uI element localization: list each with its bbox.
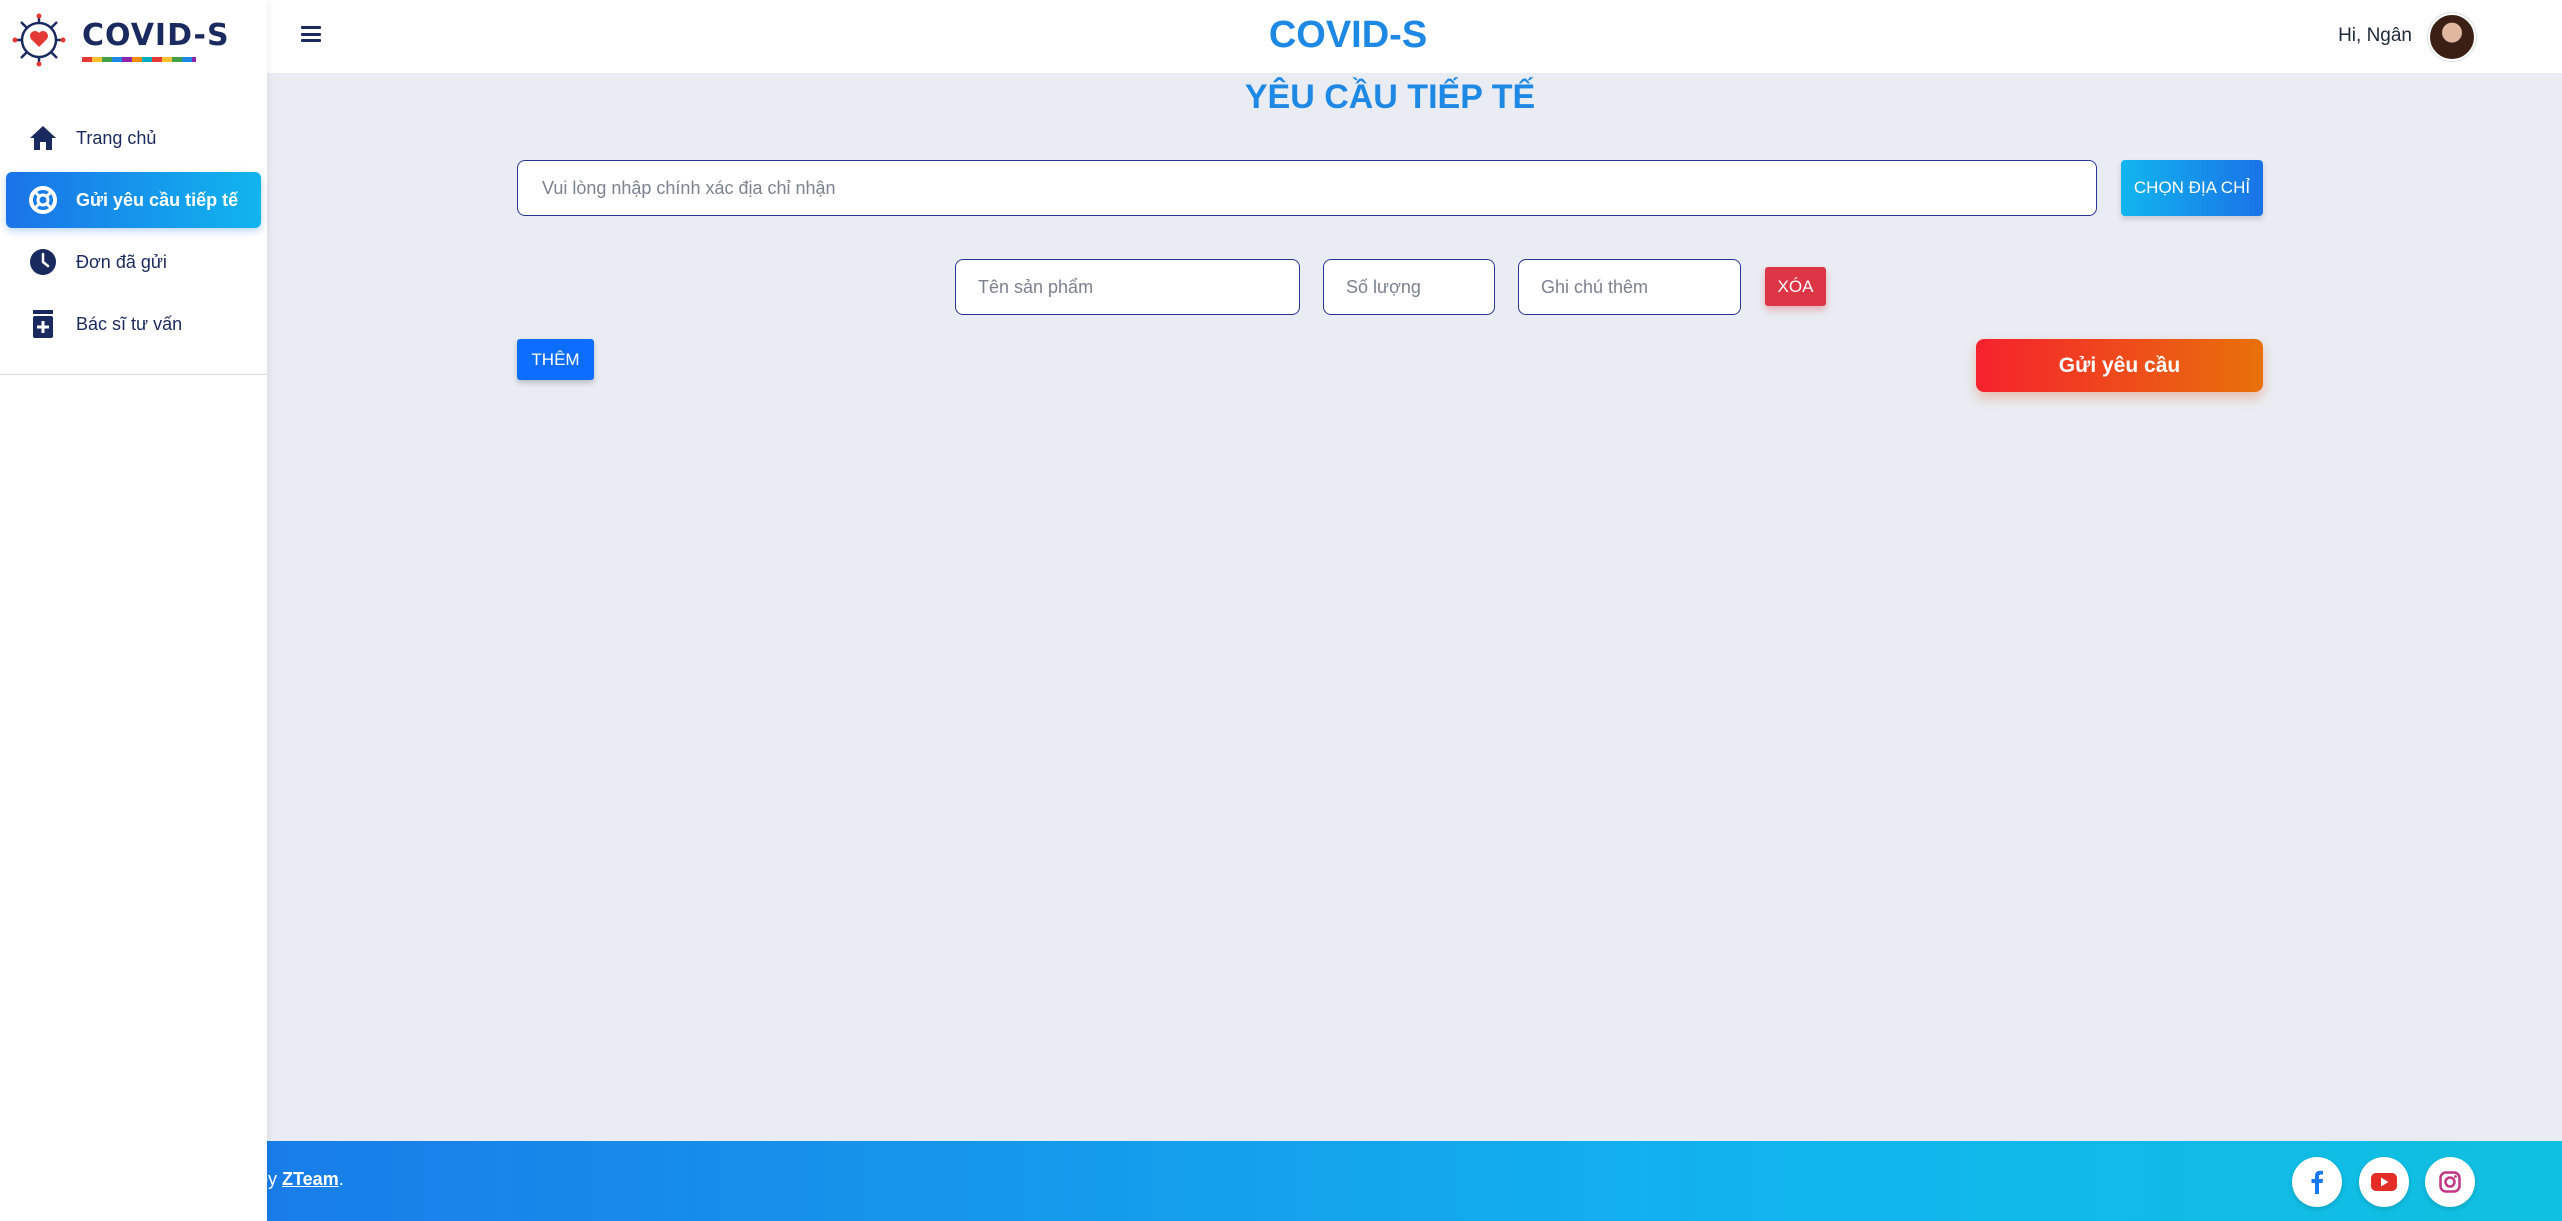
user-greeting: Hi, Ngân — [2338, 25, 2412, 46]
lifebuoy-icon — [28, 185, 58, 215]
delete-item-button[interactable]: XÓA — [1765, 267, 1826, 306]
add-item-button[interactable]: THÊM — [517, 339, 594, 380]
sidebar-item-sent-orders[interactable]: Đơn đã gửi — [6, 234, 261, 290]
instagram-icon[interactable] — [2425, 1157, 2475, 1207]
footer-suffix: . — [338, 1169, 344, 1189]
app-title: COVID-S — [1268, 14, 1428, 56]
sidebar-item-label: Trang chủ — [76, 127, 157, 148]
sidebar-item-send-request[interactable]: Gửi yêu cầu tiếp tế — [6, 172, 261, 228]
sidebar-nav: Trang chủ Gửi yêu cầu tiếp tế Đơn đã gửi… — [0, 110, 267, 358]
submit-request-button[interactable]: Gửi yêu cầu — [1976, 339, 2263, 392]
footer: by ZTeam. — [0, 1141, 2562, 1221]
youtube-icon[interactable] — [2359, 1157, 2409, 1207]
sidebar-item-home[interactable]: Trang chủ — [6, 110, 261, 166]
clock-icon — [28, 247, 58, 277]
facebook-icon[interactable] — [2292, 1157, 2342, 1207]
quantity-input[interactable] — [1323, 259, 1495, 315]
choose-address-button[interactable]: CHỌN ĐỊA CHỈ — [2121, 160, 2263, 216]
avatar[interactable] — [2428, 13, 2476, 61]
brand-color-bar — [82, 57, 196, 62]
medical-kit-icon — [28, 309, 58, 339]
product-name-input[interactable] — [955, 259, 1300, 315]
home-icon — [28, 123, 58, 153]
sidebar-divider — [0, 374, 267, 375]
covid-logo-icon — [12, 13, 66, 67]
sidebar: COVID-S Trang chủ Gửi yêu cầu tiếp tế Đơ… — [0, 0, 267, 1221]
brand-name: COVID-S — [82, 18, 230, 53]
sidebar-item-doctor[interactable]: Bác sĩ tư vấn — [6, 296, 261, 352]
sidebar-item-label: Bác sĩ tư vấn — [76, 313, 183, 334]
address-input[interactable] — [517, 160, 2097, 216]
brand[interactable]: COVID-S — [12, 12, 230, 68]
sidebar-item-label: Đơn đã gửi — [76, 251, 167, 272]
menu-toggle-icon[interactable] — [301, 26, 321, 42]
note-input[interactable] — [1518, 259, 1741, 315]
top-header: COVID-S Hi, Ngân — [267, 0, 2562, 73]
footer-credit: by ZTeam. — [258, 1169, 344, 1190]
sidebar-item-label: Gửi yêu cầu tiếp tế — [76, 189, 239, 210]
page-title: YÊU CẦU TIẾP TẾ — [1244, 78, 1536, 116]
team-link[interactable]: ZTeam — [282, 1169, 339, 1189]
